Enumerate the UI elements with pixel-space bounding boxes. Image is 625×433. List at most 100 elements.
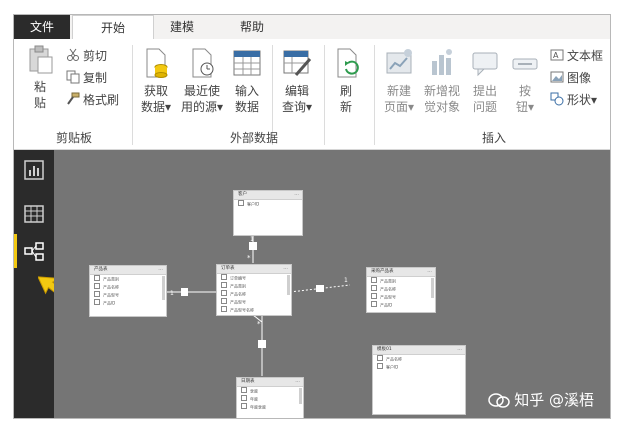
zhihu-logo-icon — [488, 393, 510, 408]
tab-home[interactable]: 开始 — [72, 15, 154, 41]
table-card-header[interactable]: 客户 ··· — [234, 191, 302, 200]
table-card-header[interactable]: 产品表 ··· — [90, 266, 166, 275]
field-icon — [371, 293, 377, 299]
enter-data-button[interactable]: 输入 数据 — [230, 47, 264, 115]
table-icon — [233, 50, 261, 76]
view-rail — [14, 150, 70, 418]
table-field[interactable]: 产品型号 — [90, 291, 166, 299]
tab-help[interactable]: 帮助 — [224, 15, 280, 39]
refresh-label-1: 刷 — [339, 84, 352, 98]
table-field[interactable]: 年度 — [237, 395, 303, 403]
table-field[interactable]: 年度季度 — [237, 403, 303, 411]
more-options-icon[interactable]: ··· — [427, 268, 432, 276]
table-card-header[interactable]: 采购产品表 ··· — [367, 268, 435, 277]
table-card-title: 订单表 — [221, 266, 235, 271]
clipboard-icon — [29, 45, 53, 74]
field-icon — [241, 387, 247, 393]
table-field[interactable]: 产品型号 — [217, 298, 291, 306]
table-field[interactable]: 客户ID — [234, 200, 302, 208]
more-options-icon[interactable]: ··· — [158, 266, 163, 274]
edit-table-icon — [283, 50, 312, 76]
cut-label: 剪切 — [83, 49, 108, 63]
watermark: 知乎 @溪梧 — [488, 389, 594, 410]
table-card-header[interactable]: 模板01 ··· — [373, 346, 465, 355]
table-scrollbar[interactable] — [431, 278, 434, 298]
table-field[interactable]: 产品ID — [90, 299, 166, 307]
shapes-button[interactable]: 形状▾ — [550, 91, 597, 109]
ask-question-button[interactable]: 提出 问题 — [470, 47, 500, 115]
table-card-title: 客户 — [238, 192, 247, 197]
table-card-dates[interactable]: 日期表 ··· 季度 年度 年度季度 — [236, 377, 304, 418]
field-name: 产品名称 — [386, 356, 402, 362]
field-icon — [221, 290, 227, 296]
edit-queries-button[interactable]: 编辑 查询▾ — [278, 47, 316, 115]
table-field[interactable]: 产品型号 — [367, 293, 435, 301]
model-canvas[interactable]: 1 1 * 1 * 客户 ··· 客户ID 产品表 ··· 产品类别 产品名称 产品… — [54, 150, 610, 418]
table-card-header[interactable]: 日期表 ··· — [237, 378, 303, 387]
relationship-direction-marker[interactable] — [316, 285, 324, 292]
table-card-template[interactable]: 模板01 ··· 产品名称 客户ID — [372, 345, 466, 415]
refresh-button[interactable]: 刷 新 — [332, 47, 360, 115]
table-field[interactable]: 产品名称 — [367, 285, 435, 293]
report-view-icon[interactable] — [24, 160, 44, 180]
watermark-text: 知乎 @溪梧 — [514, 391, 594, 409]
relationship-direction-marker[interactable] — [249, 242, 257, 250]
table-card-header[interactable]: 订单表 ··· — [217, 265, 291, 274]
button-button[interactable]: 按 钮▾ — [510, 47, 540, 115]
table-card-customer[interactable]: 客户 ··· 客户ID — [233, 190, 303, 236]
relationship-one-label: 1 — [170, 290, 174, 297]
tab-modeling[interactable]: 建模 — [154, 15, 210, 39]
image-button[interactable]: 图像 — [550, 69, 591, 87]
ribbon: 粘 贴 剪切 复制 格式刷 剪贴板 获取 数据▾ 最近使 用的源▾ 输入 数据 … — [14, 39, 610, 150]
more-options-icon[interactable]: ··· — [295, 378, 300, 386]
data-view-icon[interactable] — [24, 204, 44, 224]
format-painter-button[interactable]: 格式刷 — [66, 91, 119, 109]
get-data-button[interactable]: 获取 数据▾ — [138, 47, 174, 115]
table-card-product[interactable]: 产品表 ··· 产品类别 产品名称 产品型号 产品ID — [89, 265, 167, 317]
shapes-label: 形状▾ — [567, 93, 598, 107]
table-scrollbar[interactable] — [287, 275, 290, 295]
field-icon — [241, 403, 247, 409]
table-card-orders[interactable]: 订单表 ··· 订单编号 产品类别 产品名称 产品型号 产品型号名称 — [216, 264, 292, 316]
relationship-direction-marker[interactable] — [181, 288, 188, 296]
table-field[interactable]: 产品名称 — [217, 290, 291, 298]
table-card-title: 日期表 — [241, 379, 255, 384]
field-name: 客户ID — [247, 201, 260, 207]
paste-button[interactable]: 粘 贴 — [26, 45, 54, 111]
brush-icon — [67, 92, 80, 105]
copy-button[interactable]: 复制 — [66, 69, 107, 87]
cut-button[interactable]: 剪切 — [66, 47, 107, 65]
table-field[interactable]: 订单编号 — [217, 274, 291, 282]
text-box-button[interactable]: A 文本框 — [550, 47, 603, 65]
table-field[interactable]: 产品类别 — [217, 282, 291, 290]
ask-question-label-2: 问题 — [472, 100, 497, 114]
tab-file[interactable]: 文件 — [14, 15, 70, 39]
new-page-button[interactable]: 新建 页面▾ — [382, 47, 416, 115]
more-options-icon[interactable]: ··· — [294, 191, 299, 199]
table-field[interactable]: 产品名称 — [373, 355, 465, 363]
table-field[interactable]: 产品类别 — [367, 277, 435, 285]
field-name: 产品ID — [380, 302, 393, 308]
table-field[interactable]: 产品型号名称 — [217, 306, 291, 314]
field-icon — [371, 301, 377, 307]
table-field[interactable]: 季度 — [237, 387, 303, 395]
table-field[interactable]: 客户ID — [373, 363, 465, 371]
field-icon — [221, 306, 227, 312]
table-field[interactable]: 产品类别 — [90, 275, 166, 283]
new-page-icon — [386, 49, 412, 74]
table-field[interactable]: 产品ID — [367, 301, 435, 309]
table-card-sales-product[interactable]: 采购产品表 ··· 产品类别 产品名称 产品型号 产品ID — [366, 267, 436, 313]
more-options-icon[interactable]: ··· — [457, 346, 462, 354]
relationship-direction-marker[interactable] — [258, 340, 266, 348]
table-scrollbar[interactable] — [299, 388, 302, 404]
table-field[interactable]: 产品名称 — [90, 283, 166, 291]
field-name: 季度 — [250, 388, 258, 394]
model-view-icon[interactable] — [24, 242, 44, 262]
get-data-label-2: 数据▾ — [140, 100, 172, 114]
table-scrollbar[interactable] — [162, 276, 165, 300]
field-name: 产品型号 — [103, 292, 119, 298]
recent-sources-button[interactable]: 最近使 用的源▾ — [180, 47, 224, 115]
more-options-icon[interactable]: ··· — [283, 265, 288, 273]
bar-chart-icon — [432, 49, 452, 75]
new-visual-button[interactable]: 新增视 觉对象 — [420, 47, 464, 115]
